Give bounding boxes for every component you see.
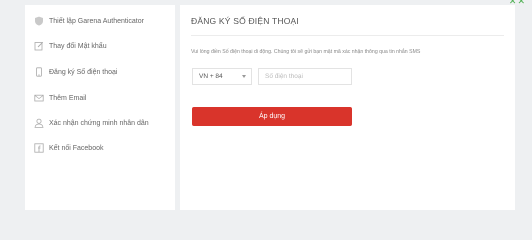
facebook-icon (33, 142, 45, 154)
shield-icon (33, 15, 45, 27)
country-code-select[interactable]: VN + 84 (192, 68, 252, 85)
instruction-text: Vui lòng điền Số điện thoại di động. Chú… (191, 49, 421, 55)
sidebar-item-label: Thêm Email (49, 94, 87, 102)
sidebar-item-change-password[interactable]: Thay đổi Mật khẩu (33, 39, 107, 53)
phone-number-input[interactable] (258, 68, 352, 85)
title-divider (191, 35, 504, 36)
phone-icon (33, 66, 45, 78)
chevron-down-icon (242, 75, 246, 78)
sidebar-item-label: Xác nhận chứng minh nhân dân (49, 119, 149, 127)
settings-sidebar: Thiết lập Garena Authenticator Thay đổi … (25, 5, 175, 210)
sidebar-item-verify-id[interactable]: Xác nhận chứng minh nhân dân (33, 116, 149, 130)
page-title: ĐĂNG KÝ SỐ ĐIỆN THOẠI (191, 16, 299, 26)
sidebar-item-register-phone[interactable]: Đăng ký Số điện thoại (33, 65, 118, 79)
email-icon (33, 92, 45, 104)
sidebar-item-add-email[interactable]: Thêm Email (33, 91, 86, 105)
sidebar-item-label: Thiết lập Garena Authenticator (49, 17, 144, 25)
sidebar-item-authenticator[interactable]: Thiết lập Garena Authenticator (33, 14, 144, 28)
country-code-value: VN + 84 (199, 73, 223, 80)
user-icon (33, 117, 45, 129)
register-phone-panel: ĐĂNG KÝ SỐ ĐIỆN THOẠI Vui lòng điền Số đ… (180, 5, 515, 210)
edit-icon (33, 40, 45, 52)
sidebar-item-connect-facebook[interactable]: Kết nối Facebook (33, 141, 103, 155)
sidebar-item-label: Đăng ký Số điện thoại (49, 68, 118, 76)
apply-button[interactable]: Áp dụng (192, 107, 352, 126)
sidebar-item-label: Kết nối Facebook (49, 144, 104, 152)
sidebar-item-label: Thay đổi Mật khẩu (49, 42, 107, 50)
